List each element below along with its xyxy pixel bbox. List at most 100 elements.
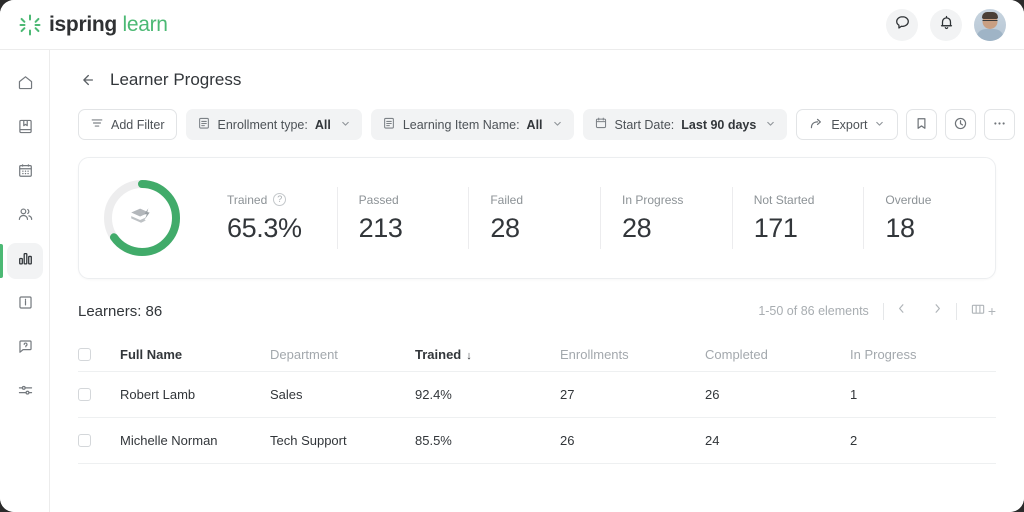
sidebar-item-home[interactable] <box>0 64 50 106</box>
top-bar-actions <box>886 8 1006 41</box>
share-arrow-icon <box>809 116 824 134</box>
sidebar-item-reports[interactable] <box>0 240 50 282</box>
filter-bar-actions: Export <box>796 109 1016 140</box>
sort-arrow-icon: ↓ <box>466 350 472 362</box>
stat-value: 28 <box>490 212 520 243</box>
ispring-starburst-icon <box>19 14 41 36</box>
filter-chip-learning-item-name[interactable]: Learning Item Name: All <box>370 109 574 140</box>
cell-department: Sales <box>270 387 303 402</box>
cell-in-progress: 2 <box>850 433 858 448</box>
column-header-enrollments[interactable]: Enrollments <box>560 347 705 362</box>
sidebar-item-settings[interactable] <box>0 372 50 414</box>
more-options-button[interactable] <box>984 109 1016 140</box>
add-filter-button[interactable]: Add Filter <box>78 109 177 140</box>
bell-icon <box>938 14 955 36</box>
row-checkbox[interactable] <box>78 434 91 447</box>
cell-enrollments: 27 <box>560 387 575 402</box>
learners-table: Full Name Department Trained ↓ Enrollment… <box>78 338 996 464</box>
chevron-right-icon <box>931 302 944 320</box>
sidebar-item-courses[interactable] <box>0 108 50 150</box>
column-header-trained[interactable]: Trained ↓ <box>415 347 560 362</box>
brand-name: ispring learn <box>49 13 168 37</box>
stat-label: Not Started <box>753 192 815 207</box>
stat-value: 18 <box>885 212 915 243</box>
row-select-cell <box>78 388 120 401</box>
cell-full-name: Michelle Norman <box>120 433 218 448</box>
history-button[interactable] <box>945 109 977 140</box>
stat-in-progress: In Progress 28 <box>600 187 732 249</box>
table-header-row: Full Name Department Trained ↓ Enrollment… <box>78 338 996 372</box>
bookmark-icon <box>914 116 929 134</box>
column-header-completed[interactable]: Completed <box>705 347 850 362</box>
stat-not-started: Not Started 171 <box>731 187 864 249</box>
filter-chip-value: All <box>526 117 543 132</box>
sidebar-item-calendar[interactable] <box>0 152 50 194</box>
filter-chip-enrollment-type[interactable]: Enrollment type: All <box>185 109 362 140</box>
chat-bubble-icon <box>894 14 911 36</box>
learners-header: Learners: 86 1-50 of 86 elements + <box>50 279 1024 324</box>
brand-logo[interactable]: ispring learn <box>19 13 168 37</box>
sidebar-item-users[interactable] <box>0 196 50 238</box>
sidebar <box>0 50 50 512</box>
prev-page-button[interactable] <box>884 298 920 324</box>
trained-donut-chart <box>79 177 205 259</box>
add-column-plus: + <box>987 303 996 319</box>
row-select-cell <box>78 434 120 447</box>
brand-name-primary: ispring <box>49 12 117 36</box>
filter-chip-value: Last 90 days <box>681 117 757 132</box>
chevron-left-icon <box>895 302 908 320</box>
pagination: 1-50 of 86 elements + <box>758 298 996 324</box>
brand-name-secondary: learn <box>122 12 168 36</box>
question-circle-icon[interactable]: ? <box>273 193 287 206</box>
column-header-department[interactable]: Department <box>270 347 415 362</box>
columns-icon <box>971 302 986 321</box>
row-checkbox[interactable] <box>78 388 91 401</box>
filter-chip-value: All <box>314 117 331 132</box>
stat-failed: Failed 28 <box>468 187 600 249</box>
stat-label: Overdue <box>885 192 932 207</box>
cell-trained: 85.5% <box>415 433 452 448</box>
filter-chip-label: Start Date: <box>614 117 675 132</box>
column-header-full-name[interactable]: Full Name <box>120 347 270 362</box>
chat-button[interactable] <box>886 8 918 41</box>
filter-chip-start-date[interactable]: Start Date: Last 90 days <box>582 109 788 140</box>
select-all-checkbox[interactable] <box>78 348 91 361</box>
filter-lines-icon <box>90 116 104 133</box>
learners-count-title: Learners: 86 <box>78 302 163 320</box>
stat-value: 171 <box>753 212 798 243</box>
notifications-button[interactable] <box>930 8 962 41</box>
table-row[interactable]: Robert Lamb Sales 92.4% 27 26 1 <box>78 372 996 418</box>
page-title: Learner Progress <box>110 70 242 89</box>
divider <box>955 302 957 320</box>
ellipsis-icon <box>992 116 1007 134</box>
cell-trained: 92.4% <box>415 387 452 402</box>
list-box-icon <box>382 116 396 133</box>
next-page-button[interactable] <box>920 298 956 324</box>
add-column-button[interactable]: + <box>971 302 996 321</box>
sidebar-item-help[interactable] <box>0 328 50 370</box>
stat-overdue: Overdue 18 <box>863 187 995 249</box>
stat-value: 28 <box>622 212 652 243</box>
calendar-icon <box>594 116 608 133</box>
stat-value: 65.3% <box>227 212 302 243</box>
top-bar: ispring learn <box>0 0 1024 50</box>
chevron-down-icon <box>765 118 776 132</box>
pagination-range: 1-50 of 86 elements <box>758 304 869 318</box>
column-header-in-progress[interactable]: In Progress <box>850 347 996 362</box>
arrow-left-icon[interactable] <box>78 71 96 89</box>
list-box-icon <box>197 116 211 133</box>
cell-enrollments: 26 <box>560 433 575 448</box>
filter-chip-label: Learning Item Name: <box>402 117 520 132</box>
cell-full-name: Robert Lamb <box>120 387 196 402</box>
summary-stats-card: Trained ? 65.3% Passed 213 Failed 28 In … <box>78 157 996 279</box>
table-row[interactable]: Michelle Norman Tech Support 85.5% 26 24… <box>78 418 996 464</box>
export-label: Export <box>831 117 868 132</box>
avatar[interactable] <box>974 8 1006 41</box>
page-header: Learner Progress <box>50 50 1024 90</box>
cell-completed: 26 <box>705 387 720 402</box>
main-content: Learner Progress Add Filter Enrollment t… <box>50 50 1024 512</box>
export-button[interactable]: Export <box>796 109 899 140</box>
cell-department: Tech Support <box>270 433 347 448</box>
sidebar-item-news[interactable] <box>0 284 50 326</box>
bookmark-button[interactable] <box>906 109 938 140</box>
